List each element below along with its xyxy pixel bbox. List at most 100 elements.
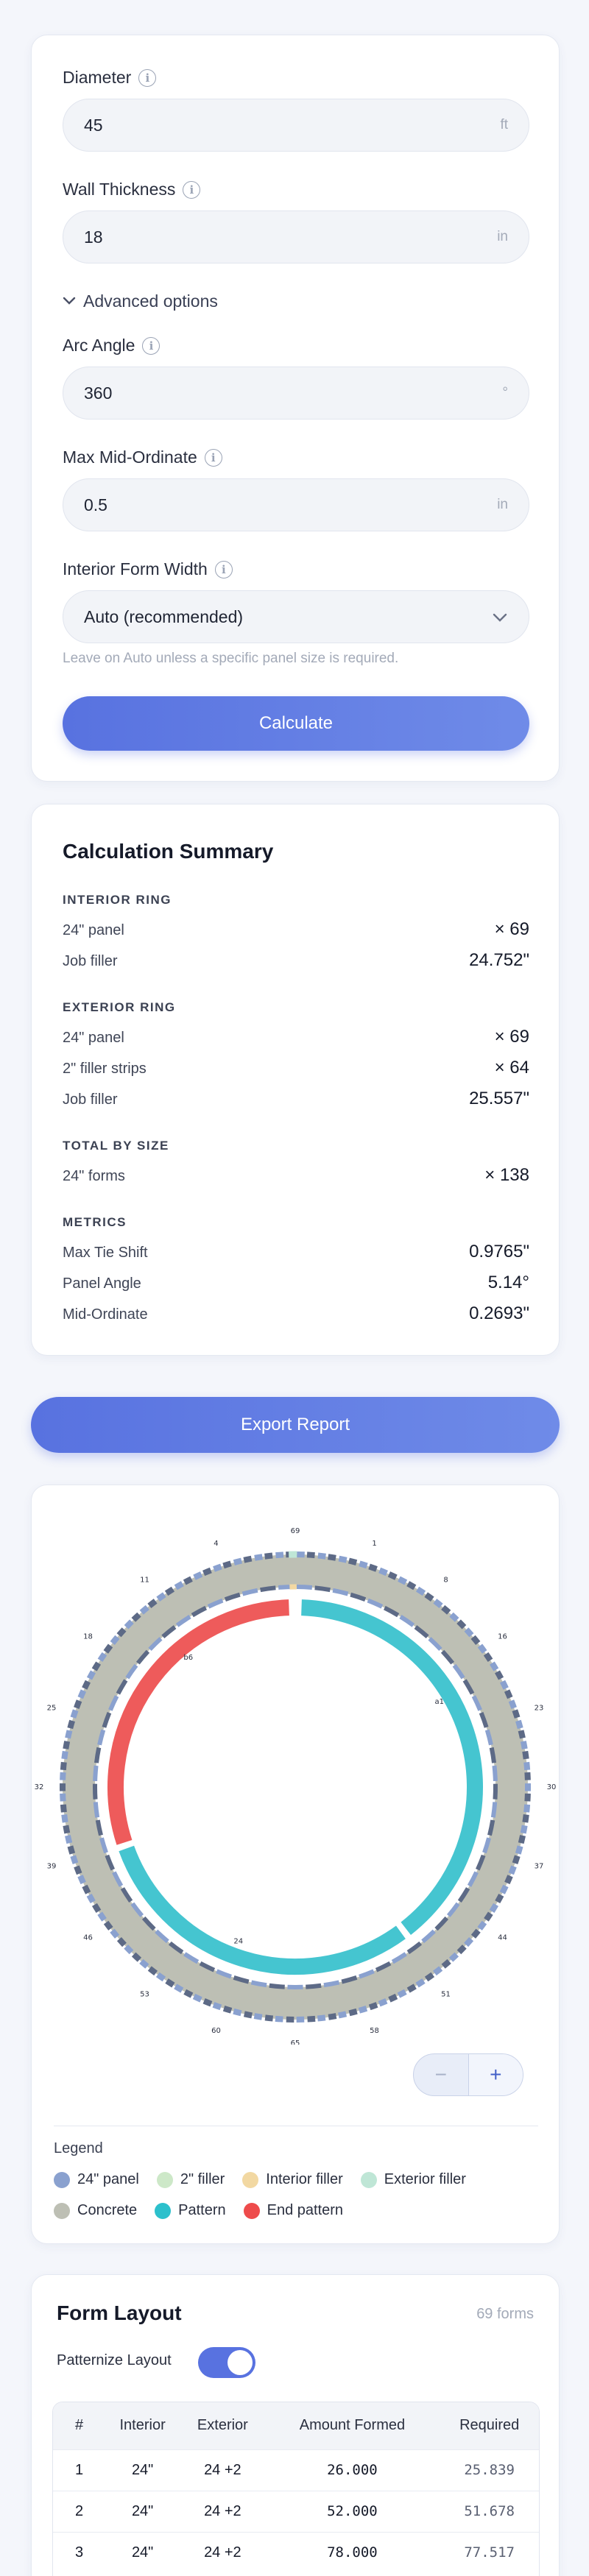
exterior-filler-strip <box>147 1966 158 1976</box>
export-report-button[interactable]: Export Report <box>31 1397 560 1453</box>
form-layout-table: # Interior Exterior Amount Formed Requir… <box>52 2402 540 2576</box>
exterior-panel <box>193 1571 203 1580</box>
ring-index-label: 16 <box>498 1632 507 1641</box>
ring-index-label: 44 <box>498 1934 507 1942</box>
exterior-panel <box>86 1893 96 1904</box>
zoom-in-button[interactable]: + <box>468 2054 523 2095</box>
exterior-filler-strip <box>328 2013 337 2020</box>
info-icon[interactable]: i <box>138 68 157 87</box>
interior-panel <box>487 1819 495 1836</box>
zoom-controls: − + <box>413 2053 523 2096</box>
interior-panel <box>250 1980 267 1988</box>
exterior-filler-strip <box>512 1709 521 1719</box>
exterior-panel <box>338 1555 348 1563</box>
chevron-down-icon <box>63 294 76 309</box>
wall-thickness-value: 18 <box>84 227 103 247</box>
column-header[interactable]: Interior <box>105 2402 180 2449</box>
interior-form-width-select[interactable]: Auto (recommended) <box>63 590 529 643</box>
column-header[interactable]: # <box>53 2402 105 2449</box>
column-header[interactable]: Exterior <box>180 2402 264 2449</box>
row-index: 2 <box>75 2502 84 2519</box>
legend-item: Concrete <box>54 2202 137 2219</box>
wall-thickness-field[interactable]: 18 in <box>63 210 529 263</box>
arc-angle-value: 360 <box>84 383 113 403</box>
patternize-toggle[interactable] <box>198 2347 255 2378</box>
exterior-filler-strip <box>222 1560 232 1569</box>
exterior-filler-strip <box>116 1627 127 1638</box>
interior-panel <box>492 1765 498 1782</box>
column-header[interactable]: Required <box>440 2402 539 2449</box>
exterior-filler-strip <box>91 1903 102 1914</box>
exterior-filler-strip <box>441 1958 451 1969</box>
column-header[interactable]: Amount Formed <box>265 2402 440 2449</box>
exterior-panel <box>139 1604 149 1615</box>
interior-panel <box>95 1819 103 1836</box>
exterior-panel <box>515 1719 523 1730</box>
zoom-out-button[interactable]: − <box>414 2054 469 2095</box>
ring-index-label: 53 <box>140 1991 149 1999</box>
ring-index-label: 65 <box>291 2039 300 2045</box>
exterior-filler-strip <box>202 1998 213 2007</box>
ring-diagram-card: 69 1 8 16 23 30 37 44 51 58 65 60 53 46 39 32 25 18 11 4 a1 2… <box>31 1485 560 2244</box>
advanced-options-toggle[interactable]: Advanced options <box>63 291 218 311</box>
exterior-panel <box>432 1966 443 1976</box>
legend-swatch <box>155 2202 172 2219</box>
calculate-button[interactable]: Calculate <box>63 696 529 751</box>
exterior-panel <box>415 1978 426 1988</box>
info-icon[interactable]: i <box>214 560 233 578</box>
exterior-filler-strip <box>504 1689 513 1699</box>
info-icon[interactable]: i <box>204 448 222 467</box>
interior-ring-heading: INTERIOR RING <box>63 893 172 907</box>
exterior-panel <box>77 1689 87 1699</box>
table-row[interactable]: 1 24" 24 +2 26.000 25.839 <box>53 2449 539 2491</box>
legend-item: Pattern <box>155 2202 226 2219</box>
ring-index-label: 4 <box>214 1540 218 1548</box>
exterior-panel <box>358 2005 368 2014</box>
info-icon[interactable]: i <box>183 180 201 199</box>
form-count: 69 forms <box>476 2306 534 2322</box>
exterior-filler-strip <box>74 1865 82 1875</box>
info-icon[interactable]: i <box>142 336 161 355</box>
exterior-panel <box>253 2013 263 2020</box>
exterior-filler-strip <box>522 1750 529 1760</box>
legend-item: Interior filler <box>242 2171 343 2188</box>
toggle-knob <box>228 2350 253 2375</box>
exterior-filler-strip <box>165 1978 175 1988</box>
interior-panel <box>94 1747 102 1763</box>
max-mid-ordinate-field[interactable]: 0.5 in <box>63 478 529 531</box>
diameter-field[interactable]: 45 ft <box>63 99 529 152</box>
exterior-filler-strip <box>243 2011 253 2019</box>
exterior-filler-strip <box>518 1835 526 1844</box>
exterior-panel <box>124 1619 134 1630</box>
interior-panel <box>269 1983 285 1989</box>
metrics-heading: METRICS <box>63 1215 127 1229</box>
summary-row: Mid-Ordinate 0.2693" <box>63 1303 529 1323</box>
legend-swatch <box>242 2171 259 2188</box>
exterior-panel <box>515 1845 523 1855</box>
exterior-filler-strip <box>222 2005 233 2014</box>
interior-cell: 24" <box>131 2461 154 2478</box>
exterior-panel <box>508 1865 517 1875</box>
exterior-panel <box>254 1554 263 1561</box>
exterior-filler-strip <box>82 1884 91 1894</box>
ring-index-label: 69 <box>291 1527 300 1535</box>
summary-title: Calculation Summary <box>63 840 274 863</box>
exterior-filler-strip <box>264 1552 273 1560</box>
interior-form-width-label: Interior Form Width i <box>63 559 233 579</box>
exterior-panel <box>464 1937 474 1947</box>
interior-panel <box>296 1585 313 1590</box>
exterior-filler-strip <box>495 1670 504 1680</box>
ring-index-label: 39 <box>47 1863 57 1871</box>
exterior-panel <box>275 1551 284 1559</box>
pattern-label: a1 <box>434 1698 444 1706</box>
arc-angle-field[interactable]: 360 ° <box>63 367 529 420</box>
diameter-unit: ft <box>500 117 508 132</box>
exterior-panel <box>110 1928 120 1939</box>
ring-diagram[interactable]: 6918162330374451586560534639322518114a12… <box>32 1485 560 2045</box>
table-row[interactable]: 3 24" 24 +2 78.000 77.517 <box>53 2532 539 2573</box>
chevron-down-icon <box>492 607 508 627</box>
exterior-panel <box>520 1741 528 1749</box>
ring-index-label: 23 <box>535 1704 544 1712</box>
table-row[interactable]: 2 24" 24 +2 52.000 51.678 <box>53 2491 539 2532</box>
exterior-cell: 24 +2 <box>204 2544 241 2561</box>
